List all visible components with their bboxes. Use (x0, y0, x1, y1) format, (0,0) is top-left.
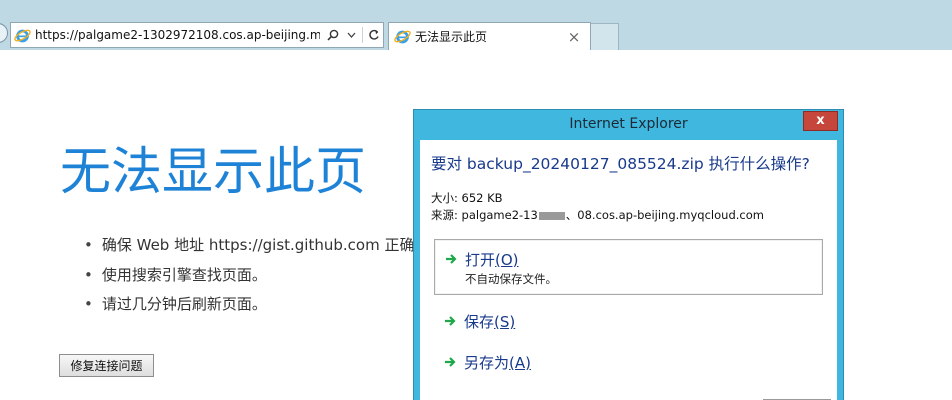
new-tab-button[interactable] (591, 23, 619, 50)
back-button[interactable] (0, 23, 8, 43)
file-source-prefix: 来源: palgame2-13 (431, 208, 538, 222)
suggestion-item: 使用搜索引擎查找页面。 (84, 263, 414, 293)
tab-error-page[interactable]: 无法显示此页 × (388, 22, 591, 50)
dialog-titlebar[interactable]: Internet Explorer x (414, 110, 843, 140)
dialog-question: 要对 backup_20240127_085524.zip 执行什么操作? (431, 155, 810, 173)
suggestion-list: 确保 Web 地址 https://gist.github.com 正确 使用搜… (84, 233, 415, 322)
browser-toolbar: https://palgame2-1302972108.cos.ap-beiji… (0, 0, 952, 50)
save-as-option[interactable]: 另存为(A) (434, 347, 823, 377)
tab-title: 无法显示此页 (415, 30, 488, 44)
suggestion-item: 请过几分钟后刷新页面。 (84, 292, 414, 322)
save-option-label: 保存(S) (464, 313, 516, 331)
suggestion-item: 确保 Web 地址 https://gist.github.com 正确 (84, 233, 415, 263)
address-url[interactable]: https://palgame2-1302972108.cos.ap-beiji… (35, 28, 320, 42)
open-option-description: 不自动保存文件。 (465, 272, 557, 286)
file-source-suffix: 08.cos.ap-beijing.myqcloud.com (577, 208, 764, 222)
dialog-close-button[interactable]: x (803, 111, 838, 131)
green-arrow-icon (446, 254, 457, 264)
green-arrow-icon (445, 316, 456, 326)
dropdown-icon[interactable] (344, 28, 358, 42)
search-icon[interactable] (326, 28, 340, 42)
save-option[interactable]: 保存(S) (434, 306, 823, 336)
ie-logo-icon (394, 30, 411, 44)
download-dialog: Internet Explorer x 要对 backup_20240127_0… (413, 109, 844, 400)
fix-connection-button[interactable]: 修复连接问题 (59, 354, 154, 377)
file-info: 大小: 652 KB 来源: palgame2-13 、08.cos.ap-bei… (431, 190, 764, 224)
page-title: 无法显示此页 (60, 143, 367, 202)
ie-logo-icon (14, 29, 31, 42)
refresh-icon[interactable] (367, 28, 381, 42)
file-source: 来源: palgame2-13 、08.cos.ap-beijing.myqclo… (431, 208, 764, 222)
open-option[interactable]: 打开(O) 不自动保存文件。 (434, 239, 823, 295)
dialog-body: 要对 backup_20240127_085524.zip 执行什么操作? 大小… (420, 140, 837, 400)
address-bar[interactable]: https://palgame2-1302972108.cos.ap-beiji… (10, 22, 384, 48)
file-size: 大小: 652 KB (431, 191, 503, 205)
redaction-mark (538, 211, 565, 220)
close-icon[interactable]: × (565, 28, 583, 46)
address-separator (362, 27, 363, 43)
dialog-title: Internet Explorer (569, 116, 688, 132)
green-arrow-icon (445, 357, 456, 367)
save-as-option-label: 另存为(A) (464, 354, 531, 372)
open-option-label: 打开(O) (465, 251, 519, 269)
